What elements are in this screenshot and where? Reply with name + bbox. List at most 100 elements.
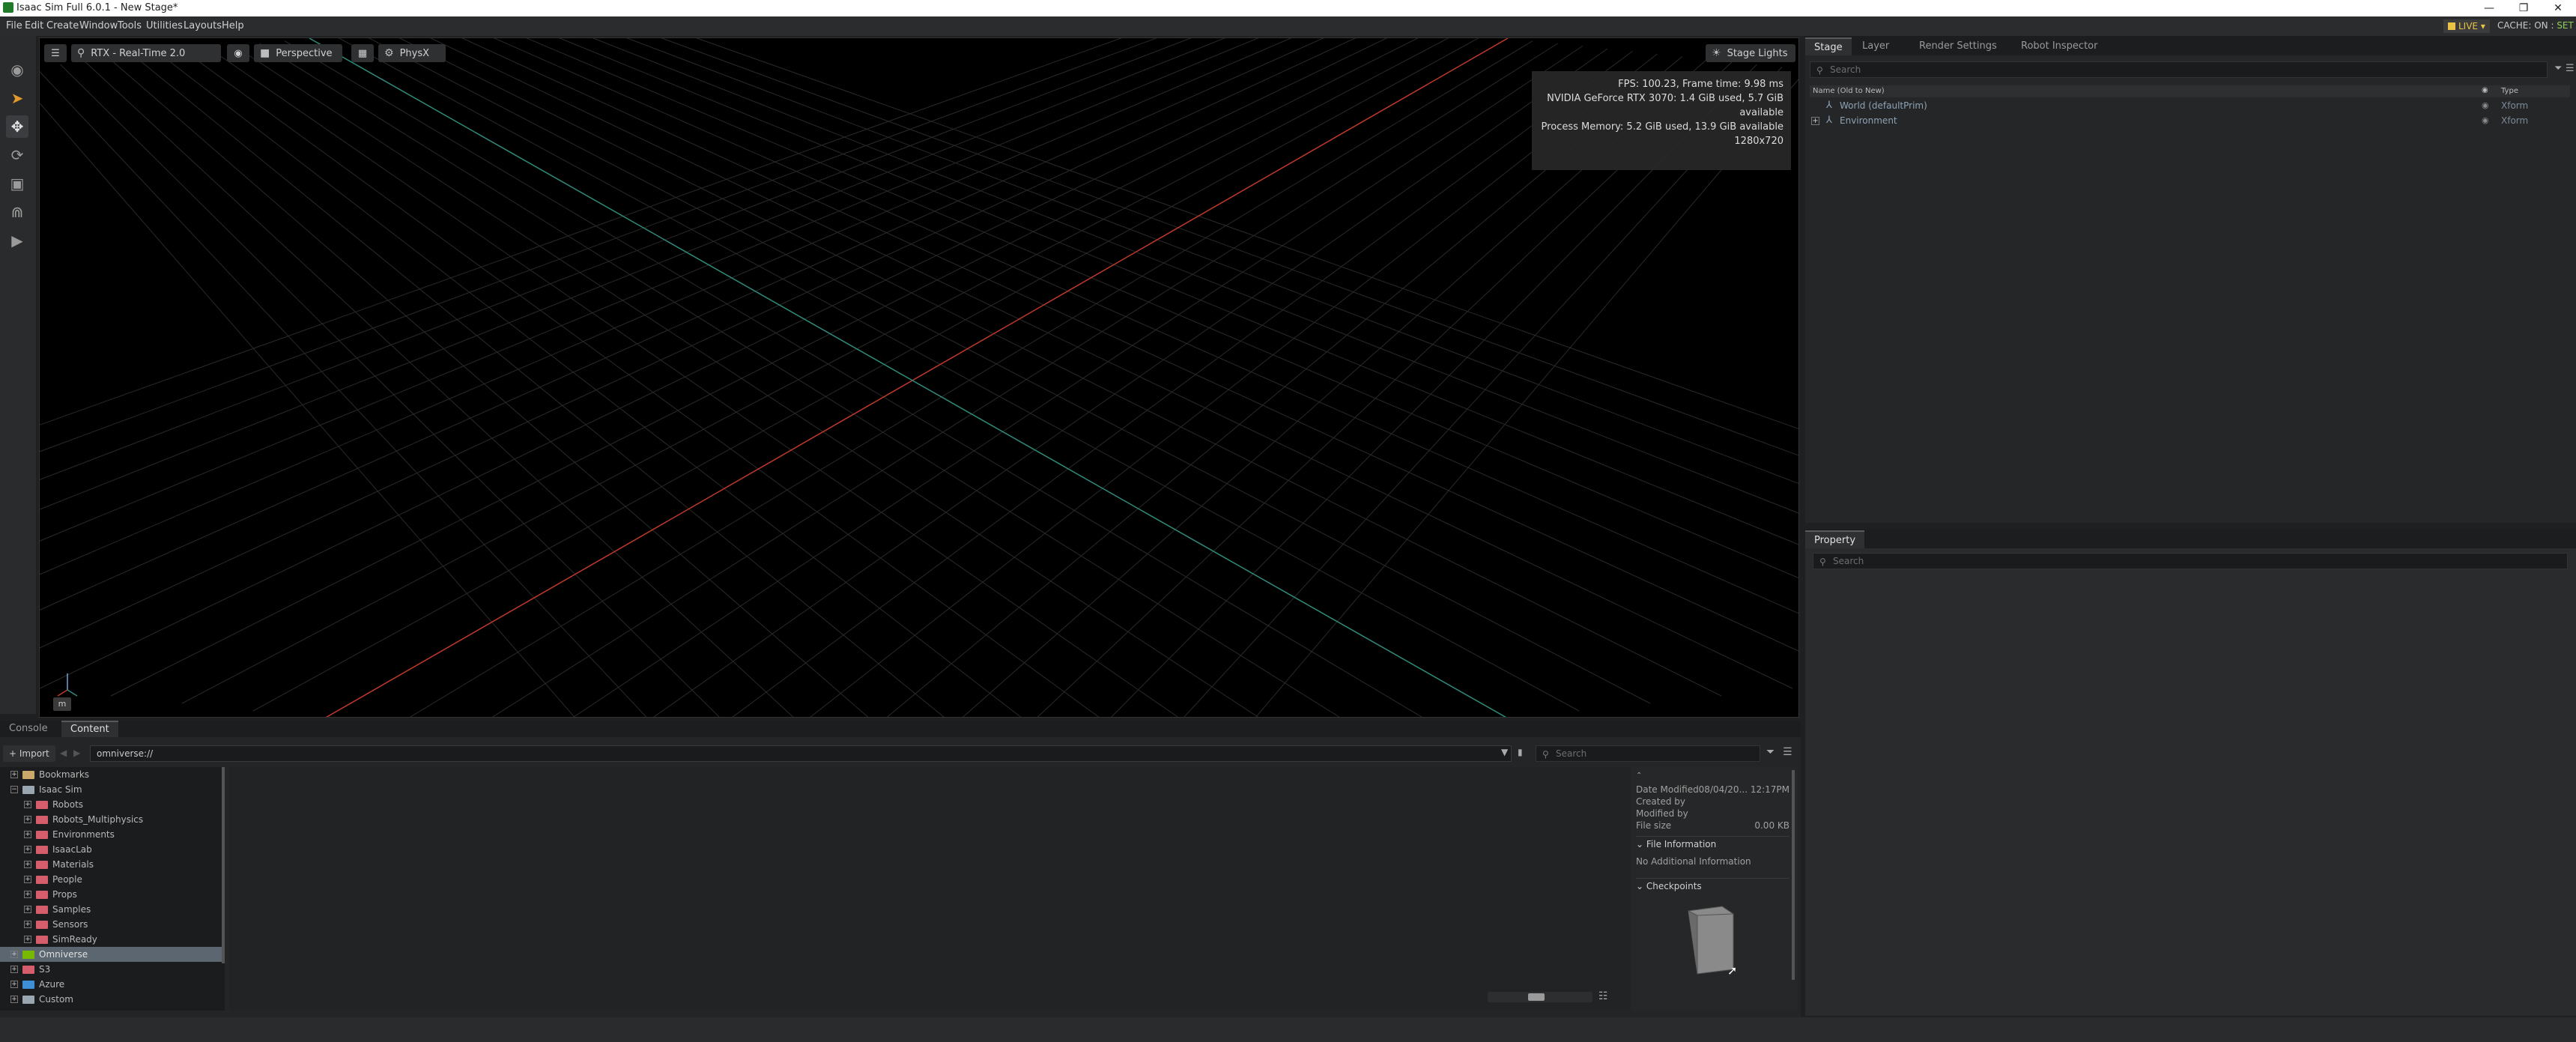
stage-row-world[interactable]: ⅄ World (defaultPrim) ◉ Xform xyxy=(1810,99,2570,114)
scale-tool-icon[interactable]: ▣ xyxy=(6,172,28,195)
maximize-button[interactable]: ❐ xyxy=(2506,0,2541,16)
menu-tools[interactable]: Tools xyxy=(118,20,142,31)
tree-item-people[interactable]: + People xyxy=(0,872,222,887)
expand-icon[interactable]: + xyxy=(24,831,31,838)
stage-row-environment[interactable]: + ⅄ Environment ◉ Xform xyxy=(1810,114,2570,129)
tab-stage[interactable]: Stage xyxy=(1805,37,1852,55)
chevron-down-icon: ⌄ xyxy=(1636,839,1646,849)
visibility-button[interactable]: ◉ xyxy=(227,44,249,62)
file-grid[interactable]: ☷ xyxy=(229,767,1630,1011)
menu-window[interactable]: Window xyxy=(79,20,118,31)
camera-button[interactable]: ■ Perspective xyxy=(254,44,342,62)
stage-search-input[interactable]: ⚲ Search xyxy=(1810,61,2548,78)
content-search-input[interactable]: ⚲ Search xyxy=(1536,745,1760,762)
physics-button[interactable]: ⚙ PhysX xyxy=(378,44,446,62)
thumbnail-size-slider[interactable] xyxy=(1488,992,1592,1002)
menu-layouts[interactable]: Layouts xyxy=(184,20,222,31)
tree-item-azure[interactable]: + Azure xyxy=(0,977,222,992)
viewport-settings-button[interactable]: ☰ xyxy=(44,44,67,62)
menu-utilities[interactable]: Utilities xyxy=(146,20,183,31)
property-search-input[interactable]: ⚲ Search xyxy=(1813,553,2568,569)
viewport[interactable]: ☰ ⚲ RTX - Real-Time 2.0 ◉ ■ Perspective ▦ … xyxy=(39,37,1799,718)
path-input[interactable]: omniverse:// xyxy=(90,745,1512,762)
tree-item-sensors[interactable]: + Sensors xyxy=(0,917,222,932)
checkpoints-header[interactable]: ⌄ Checkpoints xyxy=(1636,878,1789,893)
expand-icon[interactable]: + xyxy=(1811,117,1819,125)
tree-item-custom[interactable]: + Custom xyxy=(0,992,222,1007)
eye-icon[interactable]: ◉ xyxy=(2482,100,2489,110)
tree-scrollbar[interactable] xyxy=(222,767,225,963)
play-icon[interactable]: ▶ xyxy=(6,229,28,252)
snap-tool-icon[interactable]: ⋒ xyxy=(6,201,28,223)
units-badge[interactable]: m xyxy=(53,697,71,711)
menu-help[interactable]: Help xyxy=(222,20,244,31)
tree-item-simready[interactable]: + SimReady xyxy=(0,932,222,947)
menu-edit[interactable]: Edit xyxy=(25,20,43,31)
tree-item-environments[interactable]: + Environments xyxy=(0,827,222,842)
tab-console[interactable]: Console xyxy=(0,721,57,737)
content-options-icon[interactable]: ☰ xyxy=(1783,746,1792,758)
expand-icon[interactable]: + xyxy=(10,771,18,778)
tab-content[interactable]: Content xyxy=(61,721,118,737)
expand-icon[interactable]: + xyxy=(24,921,31,928)
menu-create[interactable]: Create xyxy=(46,20,79,31)
back-icon[interactable]: ◀ xyxy=(60,748,67,758)
col-name[interactable]: Name (Old to New) xyxy=(1813,87,1885,95)
expand-icon[interactable]: + xyxy=(24,846,31,853)
tree-item-robots-multiphysics[interactable]: + Robots_Multiphysics xyxy=(0,812,222,827)
expand-icon[interactable]: + xyxy=(24,816,31,823)
expand-icon[interactable]: + xyxy=(10,951,18,958)
isaac-logo-icon[interactable]: ◉ xyxy=(6,58,28,81)
tab-robot-inspector[interactable]: Robot Inspector xyxy=(2012,37,2106,55)
live-icon xyxy=(2448,22,2455,30)
renderer-button[interactable]: ⚲ RTX - Real-Time 2.0 xyxy=(71,44,221,62)
stage-options-icon[interactable]: ☰ xyxy=(2566,63,2575,74)
bookmark-icon[interactable]: ▮ xyxy=(1518,747,1523,757)
slider-handle[interactable] xyxy=(1528,993,1545,1001)
live-sync-button[interactable]: LIVE ▾ xyxy=(2443,19,2490,33)
tab-render-settings[interactable]: Render Settings xyxy=(1910,37,2006,55)
collapse-icon[interactable]: − xyxy=(10,786,18,793)
tree-item-props[interactable]: + Props xyxy=(0,887,222,902)
stage-lights-button[interactable]: ☀ Stage Lights xyxy=(1706,44,1795,62)
filter-icon[interactable]: ⏷ xyxy=(2554,63,2562,74)
tree-item-label: Robots_Multiphysics xyxy=(52,814,144,825)
select-tool-icon[interactable]: ➤ xyxy=(6,87,28,109)
minimize-button[interactable]: — xyxy=(2472,0,2506,16)
expand-icon[interactable]: + xyxy=(10,981,18,988)
details-scrollbar[interactable] xyxy=(1792,770,1795,980)
collapse-icon[interactable]: ⌃ xyxy=(1636,772,1642,780)
filter-icon[interactable]: ⏷ xyxy=(1766,746,1775,758)
path-dropdown-icon[interactable]: ▼ xyxy=(1501,747,1508,757)
tree-item-bookmarks[interactable]: + Bookmarks xyxy=(0,767,222,782)
tab-property[interactable]: Property xyxy=(1805,530,1865,548)
move-tool-icon[interactable]: ✥ xyxy=(6,115,28,138)
tree-item-samples[interactable]: + Samples xyxy=(0,902,222,917)
tree-item-materials[interactable]: + Materials xyxy=(0,857,222,872)
expand-icon[interactable]: + xyxy=(24,801,31,808)
file-information-header[interactable]: ⌄ File Information xyxy=(1636,836,1789,851)
expand-icon[interactable]: + xyxy=(24,876,31,883)
rotate-tool-icon[interactable]: ⟳ xyxy=(6,144,28,166)
forward-icon[interactable]: ▶ xyxy=(73,748,80,758)
expand-icon[interactable]: + xyxy=(24,861,31,868)
expand-icon[interactable]: + xyxy=(10,966,18,973)
menu-file[interactable]: File xyxy=(6,20,22,31)
playback-button[interactable]: ▦ xyxy=(351,44,374,62)
col-type[interactable]: Type xyxy=(2501,87,2518,95)
tree-item-s3[interactable]: + S3 xyxy=(0,962,222,977)
expand-icon[interactable]: + xyxy=(24,936,31,943)
eye-icon[interactable]: ◉ xyxy=(2482,115,2489,125)
expand-icon[interactable]: + xyxy=(24,891,31,898)
tree-item-robots[interactable]: + Robots xyxy=(0,797,222,812)
cache-status[interactable]: CACHE: ON : SET xyxy=(2497,20,2574,31)
expand-icon[interactable]: + xyxy=(24,906,31,913)
expand-icon[interactable]: + xyxy=(10,996,18,1003)
tree-item-isaaclab[interactable]: + IsaacLab xyxy=(0,842,222,857)
close-button[interactable]: ✕ xyxy=(2541,0,2575,16)
import-button[interactable]: + Import xyxy=(3,745,55,762)
tree-item-isaac-sim[interactable]: − Isaac Sim xyxy=(0,782,222,797)
list-view-icon[interactable]: ☷ xyxy=(1598,990,1608,1002)
tab-layer[interactable]: Layer xyxy=(1853,37,1898,55)
tree-item-omniverse[interactable]: + Omniverse xyxy=(0,947,222,962)
